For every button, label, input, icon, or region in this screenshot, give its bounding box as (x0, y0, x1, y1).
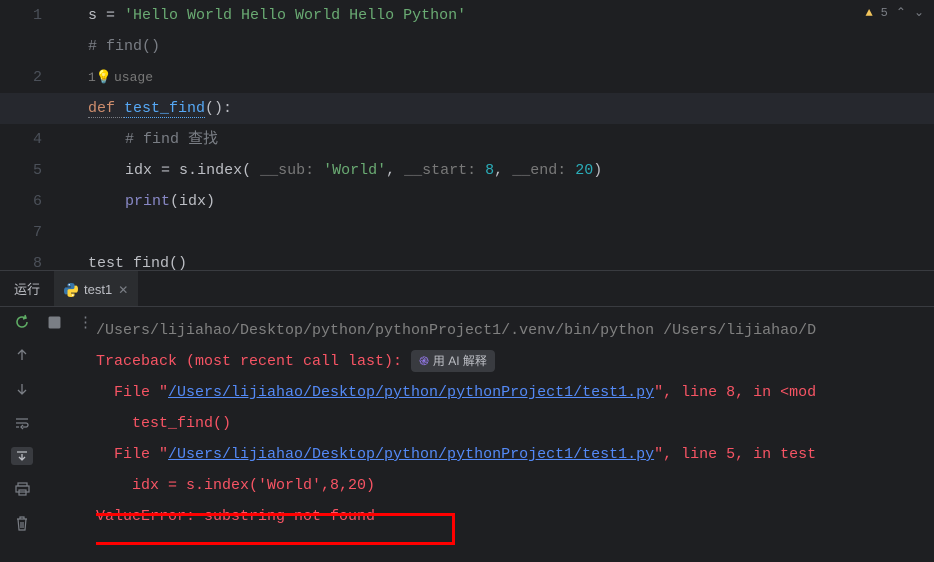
soft-wrap-icon[interactable] (12, 413, 32, 433)
down-icon[interactable] (12, 379, 32, 399)
code-line[interactable]: # find() (60, 31, 934, 62)
ai-icon: ֎ (419, 346, 429, 377)
stop-button[interactable] (44, 312, 64, 332)
line-number: 2 (0, 31, 42, 93)
python-icon (64, 283, 78, 297)
line-number: 8 (0, 248, 42, 279)
code-line[interactable]: s = 'Hello World Hello World Hello Pytho… (60, 0, 934, 31)
delete-icon[interactable] (12, 513, 32, 533)
console-line: Traceback (most recent call last): ֎用 AI… (96, 346, 934, 377)
console-line: File "/Users/lijiahao/Desktop/python/pyt… (96, 439, 934, 470)
line-number: 4 (0, 124, 42, 155)
print-icon[interactable] (12, 479, 32, 499)
run-panel: 运行 test1 ✕ ⋮ /Users/lijiahao/Desktop (0, 270, 934, 561)
console-line: test_find() (96, 408, 934, 439)
run-side-toolbar (0, 337, 44, 533)
code-line[interactable]: print(idx) (60, 186, 934, 217)
editor-gutter[interactable]: 1 2 3 4 5 6 7 8 (0, 0, 60, 270)
code-line[interactable] (60, 217, 934, 248)
more-actions-icon[interactable]: ⋮ (76, 312, 96, 332)
close-tab-icon[interactable]: ✕ (118, 283, 128, 297)
console-line: idx = s.index('World',8,20) (96, 470, 934, 501)
code-line[interactable]: idx = s.index( __sub: 'World', __start: … (60, 155, 934, 186)
scroll-to-end-icon[interactable] (11, 447, 33, 465)
console-line: File "/Users/lijiahao/Desktop/python/pyt… (96, 377, 934, 408)
line-number: 6 (0, 186, 42, 217)
console-error-line: ValueError: substring not found (96, 501, 934, 532)
line-number: 7 (0, 217, 42, 248)
code-content[interactable]: s = 'Hello World Hello World Hello Pytho… (60, 0, 934, 270)
file-link[interactable]: /Users/lijiahao/Desktop/python/pythonPro… (168, 384, 654, 401)
console-output[interactable]: /Users/lijiahao/Desktop/python/pythonPro… (96, 307, 934, 562)
rerun-button[interactable] (12, 312, 32, 332)
usage-hint[interactable]: 1💡usage (60, 62, 934, 93)
up-icon[interactable] (12, 345, 32, 365)
line-number: 5 (0, 155, 42, 186)
bulb-icon[interactable]: 💡 (96, 70, 112, 85)
console-line: /Users/lijiahao/Desktop/python/pythonPro… (96, 315, 934, 346)
code-line[interactable]: # find 查找 (60, 124, 934, 155)
run-tab-name: test1 (84, 282, 112, 297)
code-line[interactable]: def test_find(): (60, 93, 934, 124)
line-number: 1 (0, 0, 42, 31)
ai-explain-button[interactable]: ֎用 AI 解释 (411, 350, 495, 372)
file-link[interactable]: /Users/lijiahao/Desktop/python/pythonPro… (168, 446, 654, 463)
run-tool-label[interactable]: 运行 (0, 279, 54, 298)
code-editor[interactable]: ▲ 5 ⌃ ⌄ 1 2 3 4 5 6 7 8 s = 'Hello World… (0, 0, 934, 270)
code-line[interactable]: test find() (60, 248, 934, 279)
